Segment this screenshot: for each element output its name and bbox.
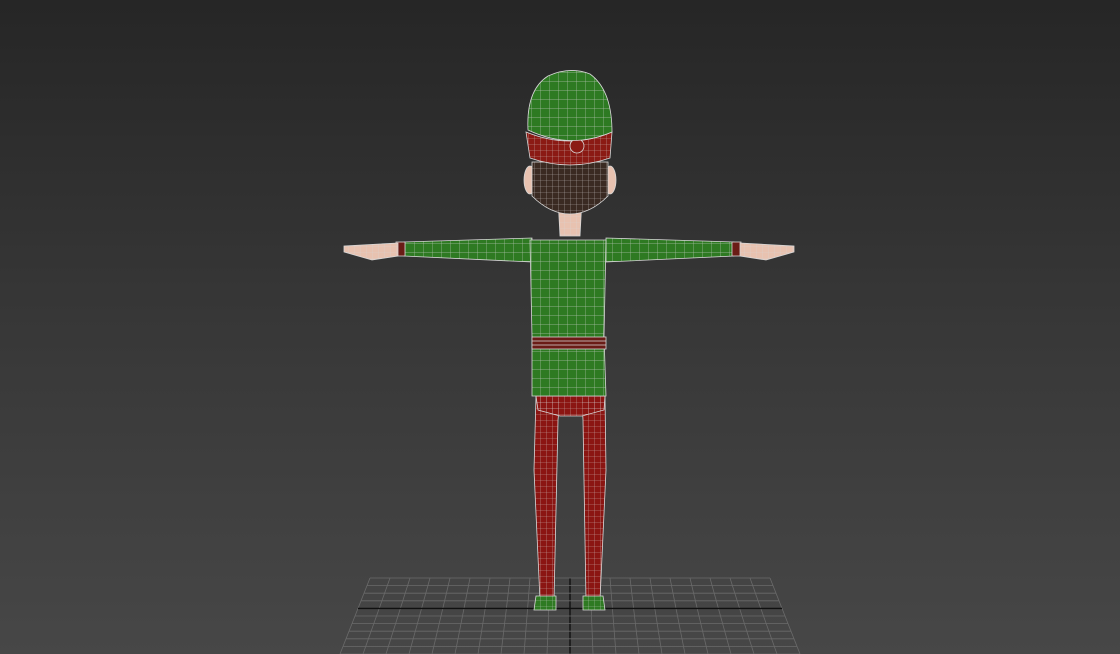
3d-viewport[interactable] <box>0 0 1120 654</box>
hair[interactable] <box>531 161 609 215</box>
hat[interactable] <box>527 70 613 141</box>
viewport-scene[interactable] <box>0 0 1120 654</box>
shirt[interactable] <box>529 239 607 397</box>
pants[interactable] <box>533 395 607 601</box>
character-model[interactable] <box>343 70 795 611</box>
belt[interactable] <box>531 336 607 350</box>
floor-grid <box>339 577 801 654</box>
